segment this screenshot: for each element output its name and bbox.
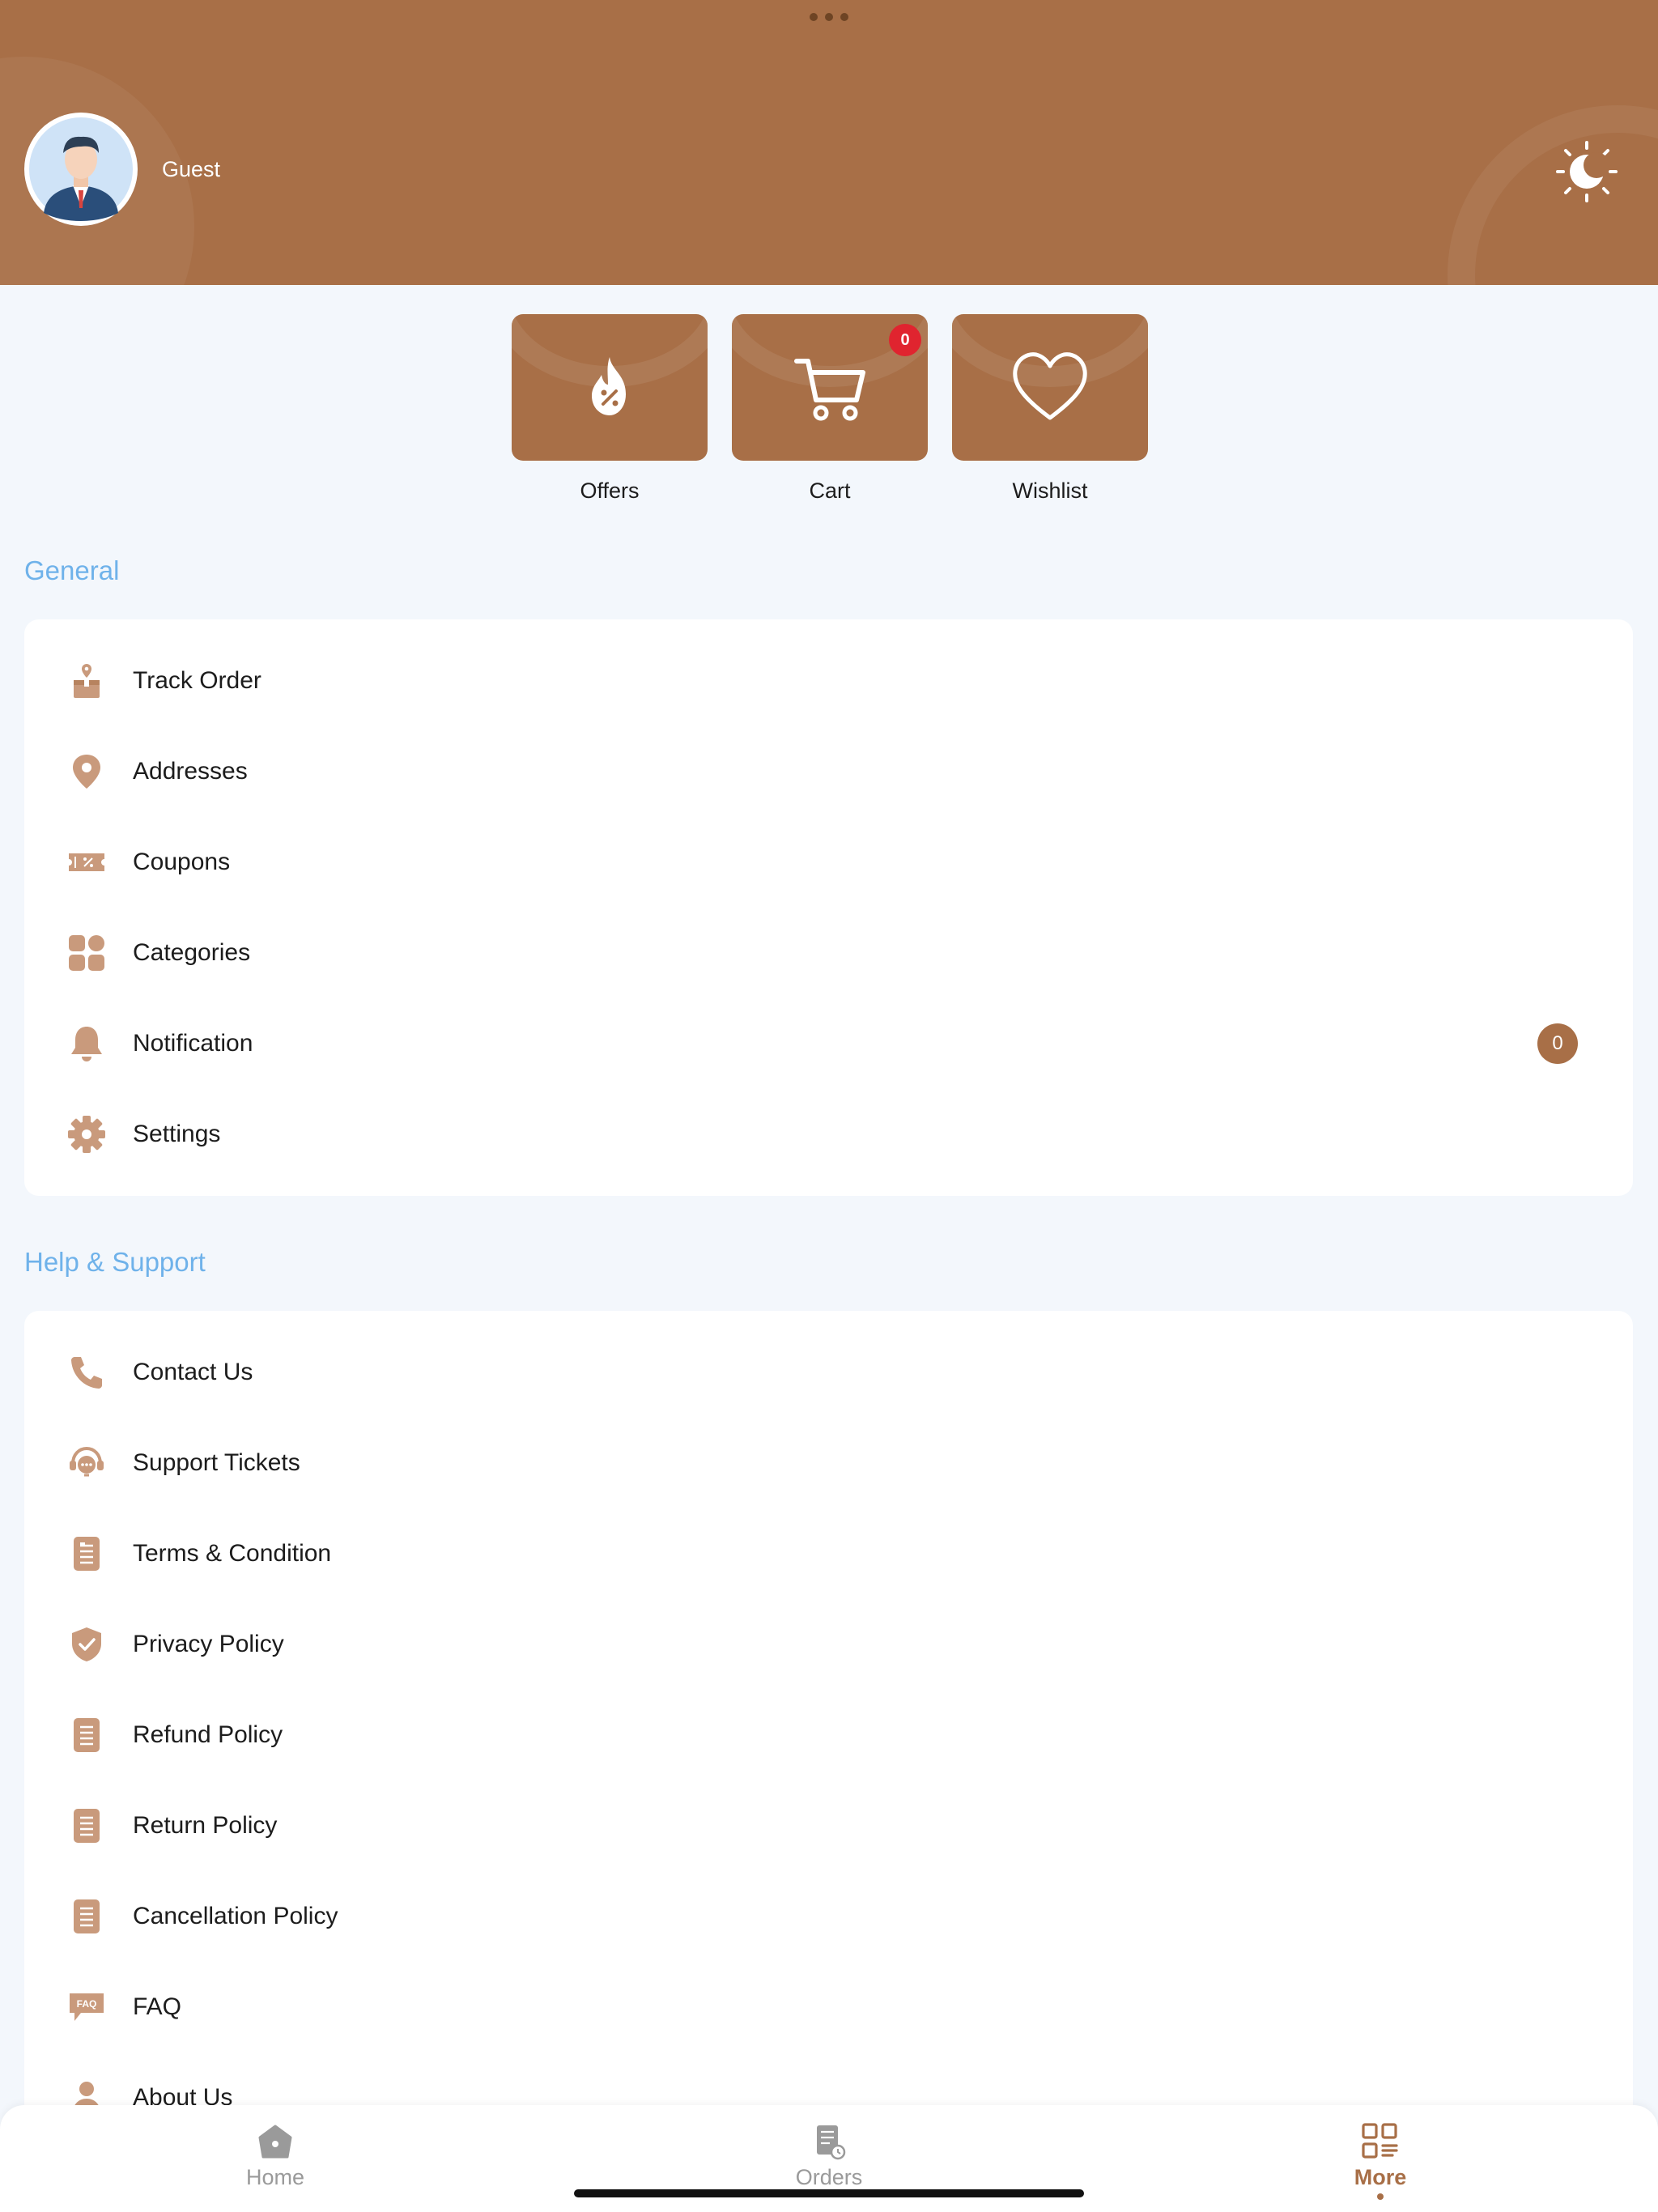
menu-item-label: Contact Us <box>133 1359 253 1385</box>
section-title-help-support: Help & Support <box>24 1247 206 1277</box>
bell-icon <box>65 1022 108 1066</box>
svg-text:FAQ: FAQ <box>77 1998 97 2010</box>
offers-label: Offers <box>580 479 640 503</box>
menu-item-cancellation-policy[interactable]: Cancellation Policy <box>24 1871 1633 1962</box>
track-order-icon <box>65 659 108 703</box>
wishlist-button[interactable]: Wishlist <box>952 314 1148 504</box>
nav-more[interactable]: More <box>1299 2121 1461 2200</box>
menu-item-privacy-policy[interactable]: Privacy Policy <box>24 1599 1633 1690</box>
menu-item-categories[interactable]: Categories <box>24 908 1633 998</box>
grid-icon <box>1362 2123 1398 2159</box>
menu-item-terms[interactable]: Terms & Condition <box>24 1508 1633 1599</box>
menu-item-faq[interactable]: FAQ FAQ <box>24 1962 1633 2052</box>
menu-item-label: Track Order <box>133 667 261 694</box>
cart-count-badge: 0 <box>889 324 921 356</box>
offers-button[interactable]: Offers <box>512 314 708 504</box>
menu-item-track-order[interactable]: Track Order <box>24 636 1633 726</box>
menu-item-coupons[interactable]: Coupons <box>24 817 1633 908</box>
sun-moon-icon <box>1556 141 1618 202</box>
nav-label: More <box>1354 2165 1407 2189</box>
user-avatar-icon <box>29 117 133 221</box>
cart-tile[interactable]: 0 <box>732 314 928 461</box>
nav-orders[interactable]: Orders <box>748 2121 910 2190</box>
document-icon <box>65 1713 108 1757</box>
menu-item-label: Addresses <box>133 758 248 785</box>
document-icon <box>65 1895 108 1938</box>
menu-item-label: Return Policy <box>133 1812 278 1839</box>
menu-item-addresses[interactable]: Addresses <box>24 726 1633 817</box>
menu-item-settings[interactable]: Settings <box>24 1089 1633 1180</box>
document-icon <box>65 1804 108 1848</box>
menu-item-label: Support Tickets <box>133 1449 300 1476</box>
faq-icon: FAQ <box>65 1985 108 2029</box>
menu-item-label: Notification <box>133 1030 253 1057</box>
window-drag-dots[interactable] <box>810 13 848 21</box>
theme-toggle-button[interactable] <box>1554 139 1619 204</box>
menu-item-label: Cancellation Policy <box>133 1903 338 1929</box>
phone-icon <box>65 1351 108 1394</box>
menu-item-refund-policy[interactable]: Refund Policy <box>24 1690 1633 1780</box>
shield-check-icon <box>65 1623 108 1666</box>
menu-item-label: Terms & Condition <box>133 1540 332 1567</box>
help-card: Contact Us Support Tickets Terms & Condi… <box>24 1311 1633 2121</box>
location-pin-icon <box>65 750 108 793</box>
offers-tile[interactable] <box>512 314 708 461</box>
home-indicator[interactable] <box>574 2189 1084 2197</box>
general-card: Track Order Addresses Coupons Categories… <box>24 619 1633 1196</box>
menu-item-label: Settings <box>133 1121 221 1147</box>
document-icon <box>65 1532 108 1576</box>
menu-item-label: FAQ <box>133 1993 182 2020</box>
menu-item-return-policy[interactable]: Return Policy <box>24 1780 1633 1871</box>
active-indicator <box>1377 2193 1384 2200</box>
support-headset-icon <box>65 1441 108 1485</box>
menu-item-label: Coupons <box>133 849 231 875</box>
profile-header: Guest <box>0 0 1658 285</box>
menu-item-label: Refund Policy <box>133 1721 283 1748</box>
coupon-icon <box>65 840 108 884</box>
section-title-general: General <box>24 555 120 585</box>
nav-label: Orders <box>795 2165 863 2189</box>
cart-button[interactable]: 0 Cart <box>732 314 928 504</box>
wishlist-tile[interactable] <box>952 314 1148 461</box>
wishlist-label: Wishlist <box>1012 479 1088 503</box>
menu-item-label: Privacy Policy <box>133 1631 284 1657</box>
avatar[interactable] <box>24 113 138 226</box>
user-name: Guest <box>162 157 221 181</box>
menu-item-support-tickets[interactable]: Support Tickets <box>24 1418 1633 1508</box>
notification-count-badge: 0 <box>1537 1023 1578 1064</box>
orders-icon <box>817 2125 846 2160</box>
home-icon <box>258 2125 292 2159</box>
nav-home[interactable]: Home <box>194 2121 356 2190</box>
nav-label: Home <box>245 2165 305 2189</box>
menu-item-notification[interactable]: Notification 0 <box>24 998 1633 1089</box>
cart-label: Cart <box>809 479 851 503</box>
menu-item-contact-us[interactable]: Contact Us <box>24 1327 1633 1418</box>
header-decoration <box>1448 105 1658 285</box>
gear-icon <box>65 1112 108 1156</box>
categories-icon <box>65 931 108 975</box>
menu-item-label: Categories <box>133 939 251 966</box>
